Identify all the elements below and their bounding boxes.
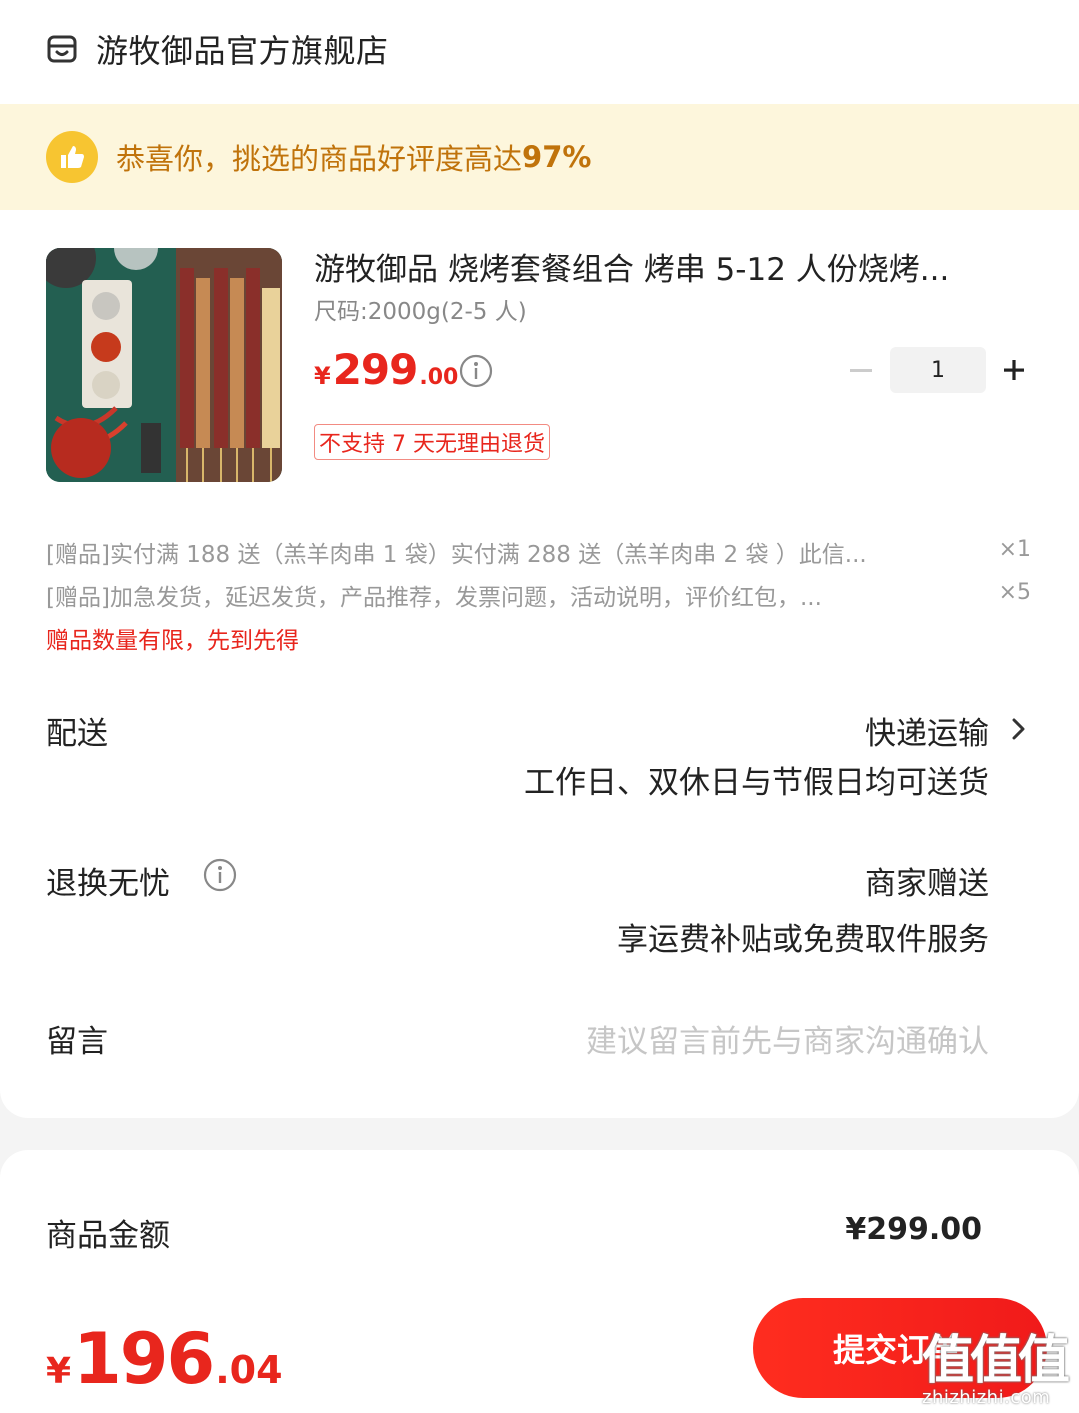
total-price: ¥ 196 .04: [46, 1318, 283, 1400]
product-image[interactable]: [46, 248, 282, 482]
product-price: ¥ 299 .00: [314, 345, 458, 394]
banner-text: 恭喜你，挑选的商品好评度高达: [116, 142, 523, 176]
message-label: 留言: [46, 1024, 108, 1060]
quantity-increase-button[interactable]: [998, 354, 1030, 386]
gift-count: ×1: [998, 537, 1031, 562]
returns-label: 退换无忧: [46, 866, 170, 902]
price-currency: ¥: [314, 362, 331, 390]
thumbs-up-icon: [46, 131, 98, 183]
gift-note: 赠品数量有限，先到先得: [46, 628, 299, 654]
chevron-right-icon[interactable]: [1008, 714, 1030, 744]
banner-percent: 97%: [522, 140, 592, 174]
rating-banner: 恭喜你，挑选的商品好评度高达 97%: [0, 104, 1079, 210]
watermark-logo: 值值值: [922, 1331, 1070, 1391]
price-integer: 299: [332, 345, 419, 394]
store-name: 游牧御品官方旗舰店: [96, 32, 389, 70]
store-header[interactable]: 游牧御品官方旗舰店: [46, 24, 389, 74]
returns-info-icon[interactable]: [203, 858, 237, 892]
price-info-icon[interactable]: [459, 354, 493, 388]
total-currency: ¥: [46, 1351, 72, 1392]
product-title[interactable]: 游牧御品 烧烤套餐组合 烤串 5-12 人份烧烤...: [314, 244, 1014, 289]
delivery-label: 配送: [46, 716, 108, 752]
returns-value: 商家赠送: [865, 866, 989, 902]
gift-item[interactable]: [赠品]加急发货，延迟发货，产品推荐，发票问题，活动说明，评价红包，...: [46, 578, 962, 612]
total-integer: 196: [73, 1318, 215, 1400]
total-decimal: .04: [215, 1348, 283, 1392]
message-input[interactable]: 建议留言前先与商家沟通确认: [586, 1016, 989, 1061]
returns-description: 享运费补贴或免费取件服务: [617, 922, 989, 958]
price-decimal: .00: [419, 365, 459, 390]
no-return-badge: 不支持 7 天无理由退货: [314, 424, 550, 460]
gift-item[interactable]: [赠品]实付满 188 送（羔羊肉串 1 袋）实付满 288 送（羔羊肉串 2 …: [46, 535, 962, 569]
delivery-schedule: 工作日、双休日与节假日均可送货: [524, 765, 989, 801]
quantity-decrease-button[interactable]: [848, 352, 874, 388]
store-icon: [47, 35, 77, 63]
goods-amount-label: 商品金额: [46, 1218, 170, 1254]
delivery-method[interactable]: 快递运输: [865, 708, 989, 753]
gift-count: ×5: [998, 580, 1031, 605]
goods-amount-value: ¥299.00: [845, 1212, 982, 1247]
watermark: 值值值 zhizhizhi.com: [922, 1318, 1074, 1408]
quantity-input[interactable]: 1: [890, 347, 986, 393]
product-spec[interactable]: 尺码:2000g(2-5 人): [314, 292, 527, 326]
